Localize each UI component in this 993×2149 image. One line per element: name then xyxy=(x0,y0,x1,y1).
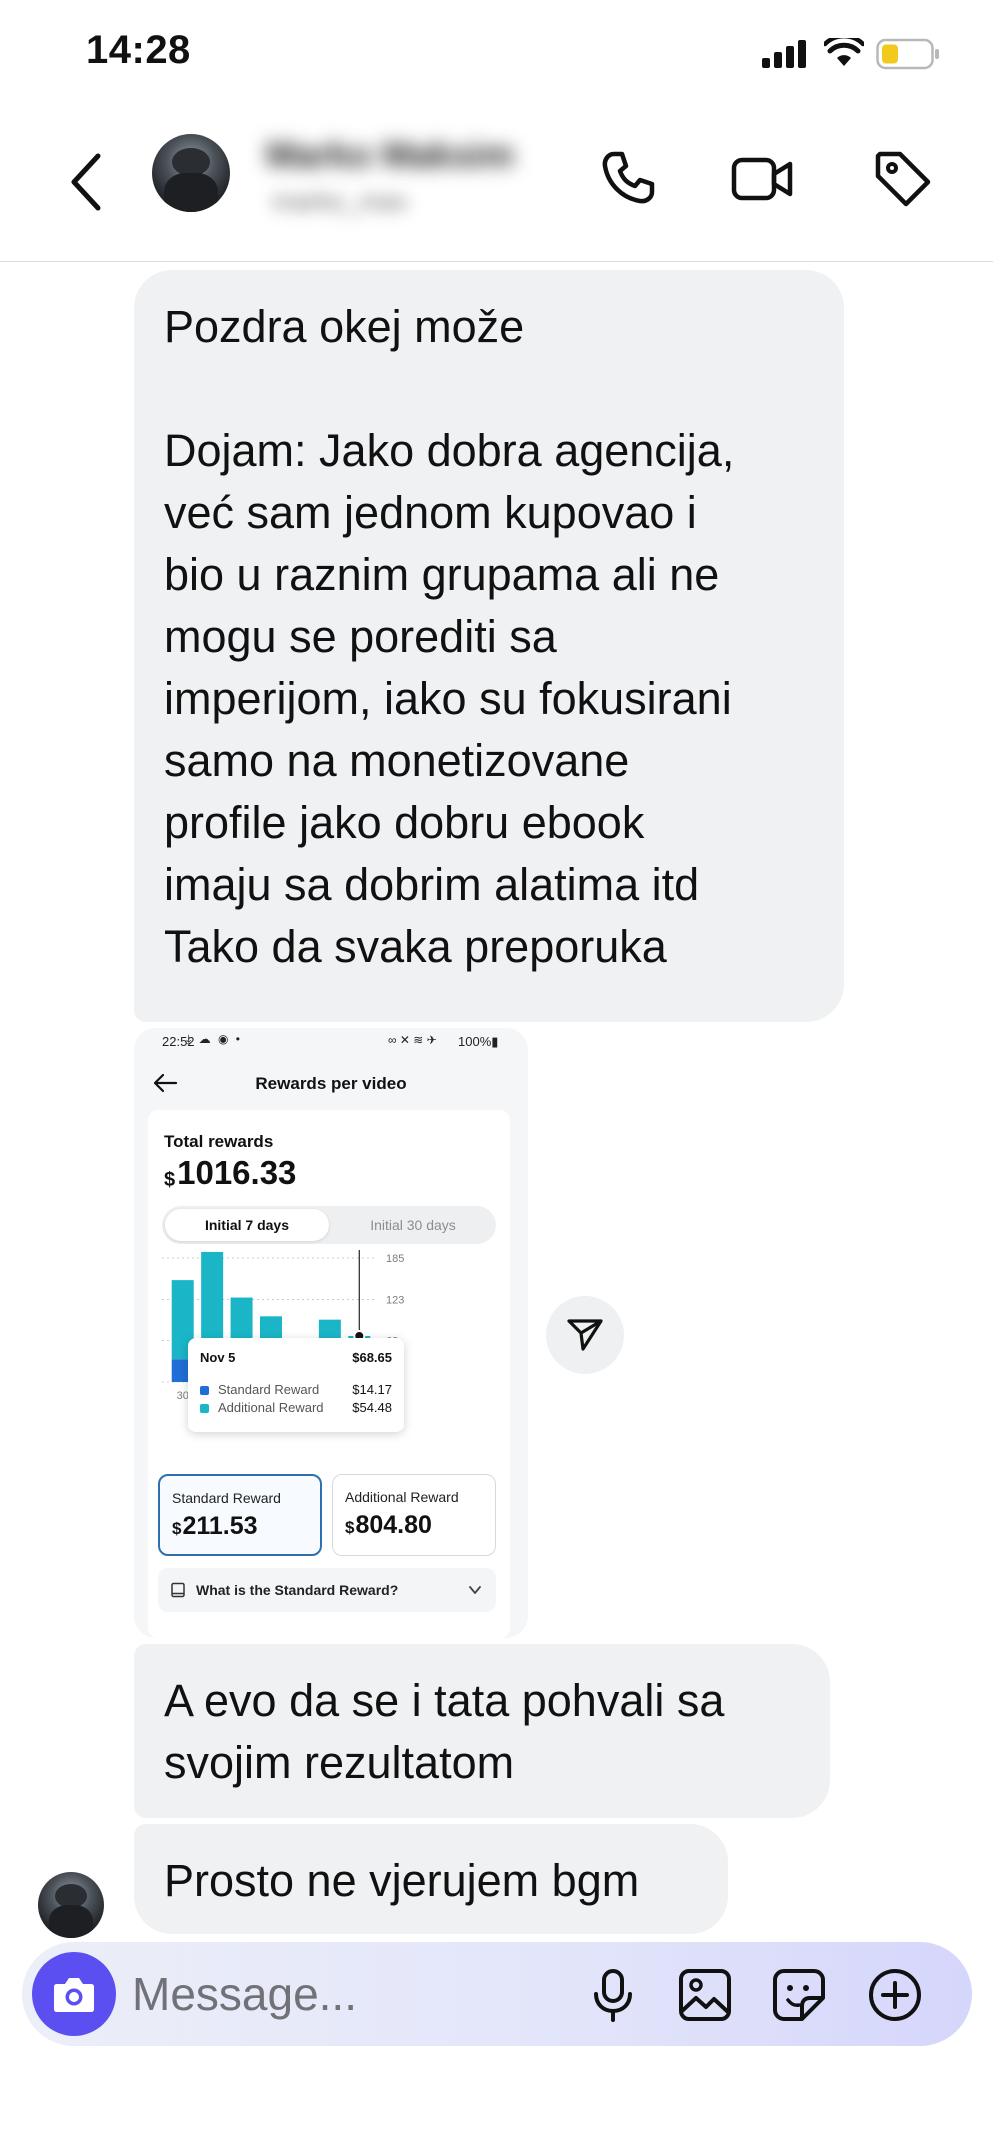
screenshot-battery: 100%▮ xyxy=(458,1034,499,1049)
additional-reward-value: $804.80 xyxy=(345,1511,432,1540)
contact-avatar[interactable] xyxy=(152,134,230,212)
tooltip-series-name: Additional Reward xyxy=(218,1400,324,1415)
screenshot-notification-icons: ⤓ ☁ ◉ • xyxy=(186,1032,242,1046)
standard-reward-faq: What is the Standard Reward? xyxy=(158,1568,496,1612)
screenshot-status-bar: 22:52 ⤓ ☁ ◉ • ∞ ✕ ≋ ✈ 100%▮ xyxy=(134,1028,528,1054)
x-tick-label: 30 xyxy=(177,1390,189,1402)
tab-initial-7-days: Initial 7 days xyxy=(165,1209,329,1241)
contact-name[interactable]: Marko Maksim xyxy=(266,134,536,175)
contact-subtitle: marko_max xyxy=(272,186,472,216)
sticker-icon[interactable] xyxy=(770,1966,828,2024)
contact-subtitle-text: marko_max xyxy=(272,186,408,216)
phone-icon[interactable] xyxy=(596,146,660,210)
message-bubble[interactable]: Prosto ne vjerujem bgm xyxy=(134,1824,728,1934)
standard-reward-value: $211.53 xyxy=(172,1512,258,1541)
currency-symbol: $ xyxy=(164,1169,176,1191)
y-tick-label: 123 xyxy=(386,1295,404,1307)
microphone-icon[interactable] xyxy=(584,1966,642,2024)
chevron-down-icon xyxy=(469,1586,481,1594)
additional-reward-label: Additional Reward xyxy=(345,1489,459,1505)
tooltip-date: Nov 5 xyxy=(200,1350,236,1365)
message-line: svojim rezultatom xyxy=(164,1737,515,1788)
total-rewards-value: $1016.33 xyxy=(164,1154,296,1192)
faq-text: What is the Standard Reward? xyxy=(196,1582,399,1598)
camera-icon xyxy=(54,1978,94,2012)
battery-icon xyxy=(876,38,939,70)
wifi-icon xyxy=(824,38,864,66)
shared-screenshot[interactable]: 22:52 ⤓ ☁ ◉ • ∞ ✕ ≋ ✈ 100%▮ Rewards per … xyxy=(134,1028,528,1638)
tooltip-series-value: $54.48 xyxy=(352,1400,392,1415)
message-line: profile jako dobru ebook xyxy=(164,797,645,848)
gallery-icon[interactable] xyxy=(676,1966,734,2024)
message-line: Prosto ne vjerujem bgm xyxy=(164,1855,640,1906)
tooltip-series-name: Standard Reward xyxy=(218,1382,320,1397)
share-button[interactable] xyxy=(546,1296,624,1374)
message-line: već sam jednom kupovao i xyxy=(164,487,697,538)
paper-plane-icon xyxy=(567,1319,603,1351)
plus-circle-icon[interactable] xyxy=(866,1966,924,2024)
contact-name-text: Marko Maksim xyxy=(266,134,515,175)
status-bar: 14:28 xyxy=(0,0,993,110)
tag-icon[interactable] xyxy=(870,146,934,210)
book-icon xyxy=(171,1582,185,1598)
standard-reward-card: Standard Reward $211.53 xyxy=(158,1474,322,1556)
message-bubble[interactable]: Pozdra okej može Dojam: Jako dobra agenc… xyxy=(134,270,844,1022)
video-camera-icon[interactable] xyxy=(730,146,794,210)
legend-swatch xyxy=(200,1386,209,1395)
standard-reward-label: Standard Reward xyxy=(172,1490,281,1506)
additional-reward-card: Additional Reward $804.80 xyxy=(332,1474,496,1556)
message-line: samo na monetizovane xyxy=(164,735,630,786)
standard-reward-amount: 211.53 xyxy=(182,1512,258,1540)
chart-tooltip: Nov 5 $68.65 Standard Reward $14.17 Addi… xyxy=(188,1338,404,1432)
additional-reward-amount: 804.80 xyxy=(355,1511,432,1539)
tooltip-total: $68.65 xyxy=(352,1350,392,1365)
message-composer xyxy=(22,1942,972,2046)
message-line: Tako da svaka preporuka xyxy=(164,921,667,972)
total-rewards-amount: 1016.33 xyxy=(177,1154,297,1191)
tab-initial-30-days: Initial 30 days xyxy=(370,1217,456,1233)
status-time: 14:28 xyxy=(86,28,191,72)
message-line: imperijom, iako su fokusirani xyxy=(164,673,732,724)
message-line: bio u raznim grupama ali ne xyxy=(164,549,720,600)
screenshot-system-icons: ∞ ✕ ≋ ✈ xyxy=(388,1033,437,1047)
currency-symbol: $ xyxy=(172,1519,182,1538)
y-tick-label: 185 xyxy=(386,1253,404,1265)
cellular-signal-icon xyxy=(762,40,808,68)
message-line: Dojam: Jako dobra agencija, xyxy=(164,425,735,476)
total-rewards-label: Total rewards xyxy=(164,1132,274,1151)
sender-avatar[interactable] xyxy=(38,1872,104,1938)
legend-swatch xyxy=(200,1404,209,1413)
screenshot-nav-bar: Rewards per video xyxy=(134,1058,528,1110)
message-line: imaju sa dobrim alatima itd xyxy=(164,859,700,910)
back-arrow-icon[interactable] xyxy=(62,142,114,222)
message-line: mogu se porediti sa xyxy=(164,611,557,662)
chat-header: Marko Maksim marko_max xyxy=(0,110,993,262)
message-line: Pozdra okej može xyxy=(164,301,525,352)
screenshot-title: Rewards per video xyxy=(255,1074,407,1093)
message-input[interactable] xyxy=(132,1964,432,2024)
message-line: A evo da se i tata pohvali sa xyxy=(164,1675,725,1726)
camera-button[interactable] xyxy=(32,1952,116,2036)
tooltip-row-standard: Standard Reward $14.17 xyxy=(200,1382,392,1400)
currency-symbol: $ xyxy=(345,1518,355,1537)
tooltip-series-value: $14.17 xyxy=(352,1382,392,1397)
rewards-card: Total rewards $1016.33 Initial 7 days In… xyxy=(148,1110,510,1638)
message-bubble[interactable]: A evo da se i tata pohvali sa svojim rez… xyxy=(134,1644,830,1818)
tooltip-row-additional: Additional Reward $54.48 xyxy=(200,1400,392,1418)
period-tabs: Initial 7 days Initial 30 days xyxy=(162,1206,496,1244)
